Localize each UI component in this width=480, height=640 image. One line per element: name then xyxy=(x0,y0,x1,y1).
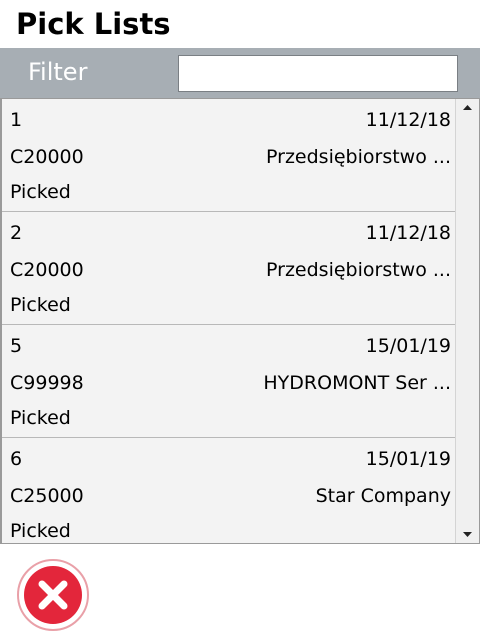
pick-status: Picked xyxy=(10,520,71,542)
title-bar: Pick Lists xyxy=(0,0,480,48)
pick-list-number: 1 xyxy=(10,109,23,131)
pick-list-date: 11/12/18 xyxy=(365,109,451,131)
list-scrollbar[interactable] xyxy=(455,99,479,543)
pick-list-number: 2 xyxy=(10,222,23,244)
pick-list-date: 11/12/18 xyxy=(365,222,451,244)
pick-list-number: 6 xyxy=(10,448,23,470)
customer-name: Przedsiębiorstwo ... xyxy=(266,259,451,281)
bottom-bar xyxy=(0,544,480,640)
pick-list: 1 11/12/18 C20000 Przedsiębiorstwo ... P… xyxy=(0,98,480,544)
filter-label: Filter xyxy=(28,58,88,86)
pick-list-date: 15/01/19 xyxy=(365,335,451,357)
chevron-down-icon[interactable] xyxy=(456,525,479,543)
pick-list-date: 15/01/19 xyxy=(365,448,451,470)
pick-list-number: 5 xyxy=(10,335,23,357)
list-item[interactable]: 5 15/01/19 C99998 HYDROMONT Ser ... Pick… xyxy=(2,325,455,438)
customer-code: C20000 xyxy=(10,146,84,168)
customer-name: Star Company xyxy=(315,485,451,507)
page-title: Pick Lists xyxy=(16,7,171,41)
filter-bar: Filter xyxy=(0,48,480,98)
close-circle-icon xyxy=(17,559,89,631)
customer-name: Przedsiębiorstwo ... xyxy=(266,146,451,168)
pick-list-items: 1 11/12/18 C20000 Przedsiębiorstwo ... P… xyxy=(2,99,455,543)
chevron-up-icon[interactable] xyxy=(456,99,479,117)
list-item[interactable]: 6 15/01/19 C25000 Star Company Picked xyxy=(2,438,455,543)
close-button[interactable] xyxy=(16,558,90,632)
customer-code: C25000 xyxy=(10,485,84,507)
pick-status: Picked xyxy=(10,407,71,429)
list-item[interactable]: 1 11/12/18 C20000 Przedsiębiorstwo ... P… xyxy=(2,99,455,212)
pick-status: Picked xyxy=(10,294,71,316)
pick-status: Picked xyxy=(10,181,71,203)
customer-code: C20000 xyxy=(10,259,84,281)
list-item[interactable]: 2 11/12/18 C20000 Przedsiębiorstwo ... P… xyxy=(2,212,455,325)
customer-code: C99998 xyxy=(10,372,84,394)
customer-name: HYDROMONT Ser ... xyxy=(263,372,451,394)
scrollbar-thumb[interactable] xyxy=(459,117,476,525)
filter-input[interactable] xyxy=(178,55,458,92)
